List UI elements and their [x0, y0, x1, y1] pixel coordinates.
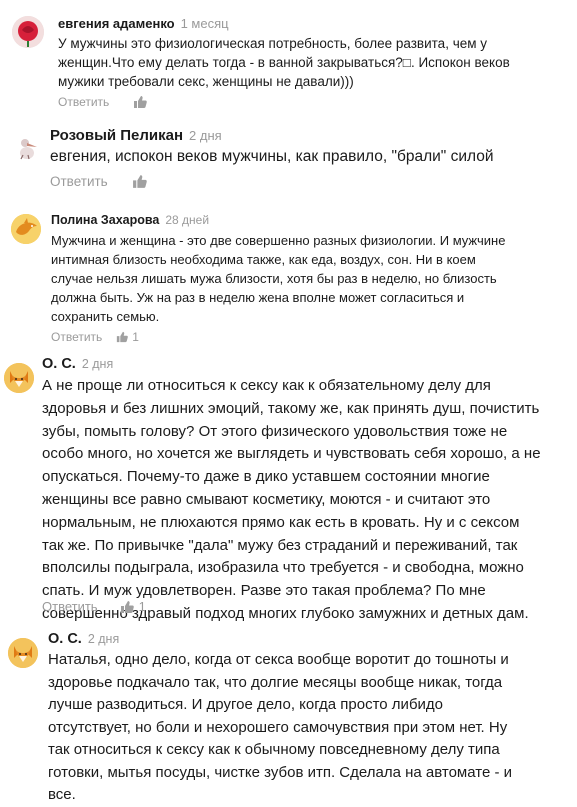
avatar[interactable] [4, 363, 34, 393]
avatar[interactable] [12, 16, 44, 48]
comment-text: Мужчина и женщина - это две совершенно р… [51, 233, 506, 324]
like-button[interactable] [133, 95, 153, 109]
thumb-up-icon [117, 331, 129, 343]
comment-actions: Ответить [50, 174, 153, 189]
author-name[interactable]: Полина Захарова [51, 213, 159, 227]
timestamp[interactable]: 2 дня [82, 357, 113, 371]
comment-header: О. С. 2 дня [48, 631, 119, 647]
fox-avatar-icon [4, 363, 34, 393]
comment-actions: Ответить [58, 95, 153, 109]
author-name[interactable]: О. С. [48, 631, 82, 647]
comment-header: евгения адаменко 1 месяц [58, 16, 229, 31]
rose-avatar-icon [12, 16, 44, 48]
comment-header: Полина Захарова 28 дней [51, 213, 209, 227]
timestamp[interactable]: 2 дня [88, 632, 119, 646]
author-name[interactable]: О. С. [42, 356, 76, 372]
like-button[interactable]: 1 [120, 599, 146, 614]
avatar[interactable] [12, 133, 42, 163]
reply-button[interactable]: Ответить [50, 174, 108, 189]
author-name[interactable]: Розовый Пеликан [50, 127, 183, 144]
like-count: 1 [138, 599, 146, 614]
like-count: 1 [132, 330, 139, 344]
like-button[interactable] [132, 174, 153, 189]
thumb-up-icon [120, 600, 134, 613]
avatar[interactable] [8, 638, 38, 668]
comment-text: У мужчины это физиологическая потребност… [58, 36, 510, 89]
timestamp[interactable]: 28 дней [165, 213, 209, 227]
comment-header: О. С. 2 дня [42, 356, 113, 372]
thumb-up-icon [132, 175, 147, 188]
comment-text: евгения, испокон веков мужчины, как прав… [50, 148, 494, 165]
fox-avatar-icon [8, 638, 38, 668]
timestamp[interactable]: 2 дня [189, 128, 222, 143]
reply-button[interactable]: Ответить [51, 330, 102, 344]
thumb-up-icon [134, 96, 148, 108]
reply-button[interactable]: Ответить [58, 95, 109, 109]
dolphin-avatar-icon [11, 214, 41, 244]
comment-actions: Ответить 1 [51, 330, 139, 344]
timestamp[interactable]: 1 месяц [181, 16, 229, 31]
comment-text: Наталья, одно дело, когда от секса вообщ… [48, 651, 512, 803]
author-name[interactable]: евгения адаменко [58, 16, 175, 31]
comment-actions: Ответить 1 [42, 599, 146, 614]
avatar[interactable] [11, 214, 41, 244]
like-button[interactable]: 1 [116, 330, 139, 344]
reply-button[interactable]: Ответить [42, 599, 98, 614]
comment-header: Розовый Пеликан 2 дня [50, 127, 222, 144]
comment-text: А не проще ли относиться к сексу как к о… [42, 377, 541, 622]
pelican-avatar-icon [12, 133, 42, 163]
